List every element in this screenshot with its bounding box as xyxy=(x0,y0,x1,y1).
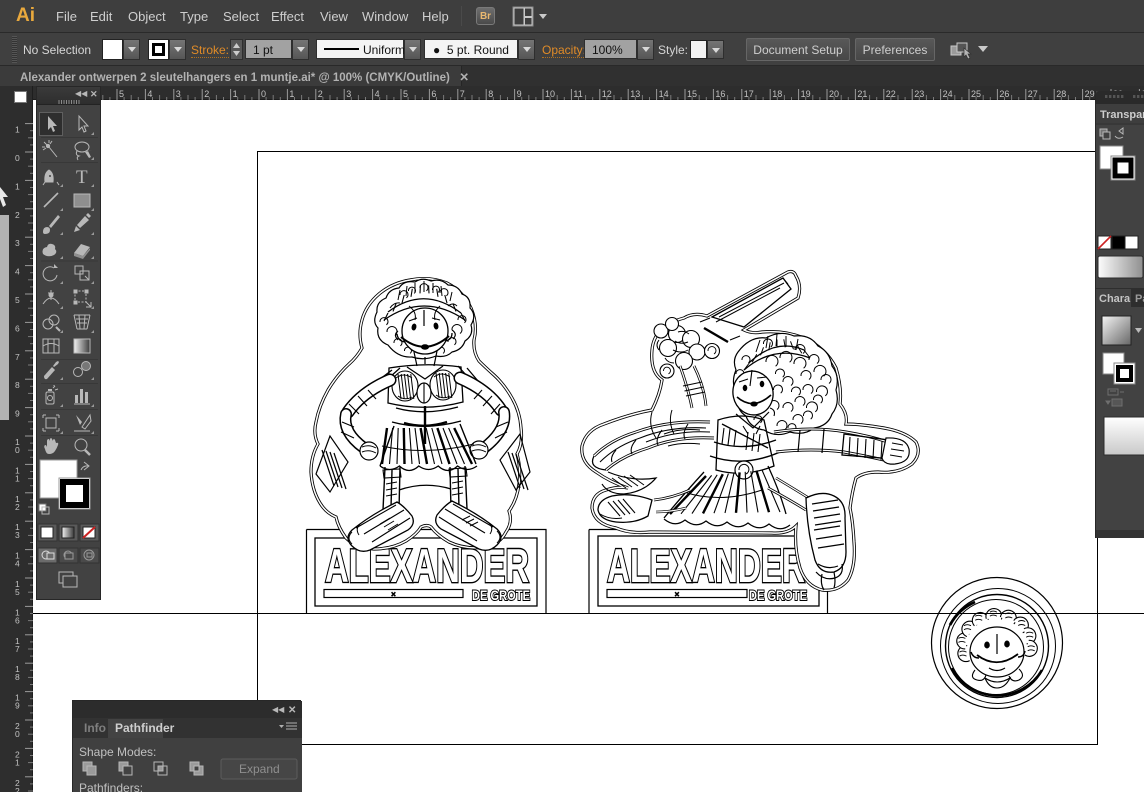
svg-text:2: 2 xyxy=(15,210,20,220)
svg-text:0: 0 xyxy=(261,89,266,99)
svg-text:9: 9 xyxy=(15,701,20,711)
svg-text:T: T xyxy=(76,167,88,188)
svg-text:4: 4 xyxy=(15,559,20,569)
svg-text:ALEXANDER: ALEXANDER xyxy=(607,539,805,592)
svg-text:✕: ✕ xyxy=(288,705,296,716)
svg-text:3: 3 xyxy=(15,530,20,540)
svg-text:2: 2 xyxy=(204,89,209,99)
svg-text:3: 3 xyxy=(346,89,351,99)
svg-text:5: 5 xyxy=(403,89,408,99)
svg-text:3: 3 xyxy=(15,238,20,248)
svg-text:8: 8 xyxy=(15,672,20,682)
svg-text:DE GROTE: DE GROTE xyxy=(472,587,530,603)
svg-text:Pa: Pa xyxy=(1135,293,1144,305)
svg-text:4: 4 xyxy=(375,89,380,99)
svg-text:×: × xyxy=(391,590,396,599)
svg-text:9: 9 xyxy=(15,409,20,419)
svg-text:5: 5 xyxy=(119,89,124,99)
svg-text:2: 2 xyxy=(318,89,323,99)
svg-text:4: 4 xyxy=(15,267,20,277)
svg-text:8: 8 xyxy=(15,380,20,390)
svg-text:DE GROTE: DE GROTE xyxy=(749,587,807,603)
svg-text:1: 1 xyxy=(289,89,294,99)
svg-text:Shape Modes:: Shape Modes: xyxy=(79,745,156,759)
svg-text:Pathfinder: Pathfinder xyxy=(115,721,175,735)
svg-text:1: 1 xyxy=(15,473,20,483)
svg-text:✕: ✕ xyxy=(90,89,98,99)
svg-text:Expand: Expand xyxy=(239,762,280,776)
svg-text:Pathfinders:: Pathfinders: xyxy=(79,781,143,792)
svg-text:6: 6 xyxy=(15,323,20,333)
svg-text:◀◀: ◀◀ xyxy=(272,705,285,714)
svg-text:0: 0 xyxy=(15,445,20,455)
svg-text:Chara: Chara xyxy=(1099,293,1131,305)
svg-text:5: 5 xyxy=(15,587,20,597)
svg-text:9: 9 xyxy=(517,89,522,99)
svg-text:0: 0 xyxy=(15,729,20,739)
svg-text:6: 6 xyxy=(15,615,20,625)
svg-text:◀◀: ◀◀ xyxy=(75,89,88,98)
svg-text:7: 7 xyxy=(15,644,20,654)
svg-text:8: 8 xyxy=(488,89,493,99)
svg-text:1: 1 xyxy=(15,125,20,135)
svg-text:0: 0 xyxy=(15,153,20,163)
svg-text:7: 7 xyxy=(460,89,465,99)
svg-text:2: 2 xyxy=(15,502,20,512)
svg-text:7: 7 xyxy=(15,352,20,362)
svg-text:5: 5 xyxy=(15,295,20,305)
svg-text:Info: Info xyxy=(84,721,106,735)
svg-text:2: 2 xyxy=(15,786,20,792)
svg-text:1: 1 xyxy=(15,757,20,767)
svg-text:1: 1 xyxy=(15,181,20,191)
svg-text:3: 3 xyxy=(176,89,181,99)
svg-text:4: 4 xyxy=(147,89,152,99)
svg-text:6: 6 xyxy=(431,89,436,99)
svg-text:×: × xyxy=(675,590,680,599)
svg-text:Transpare: Transpare xyxy=(1100,109,1144,121)
svg-text:1: 1 xyxy=(233,89,238,99)
